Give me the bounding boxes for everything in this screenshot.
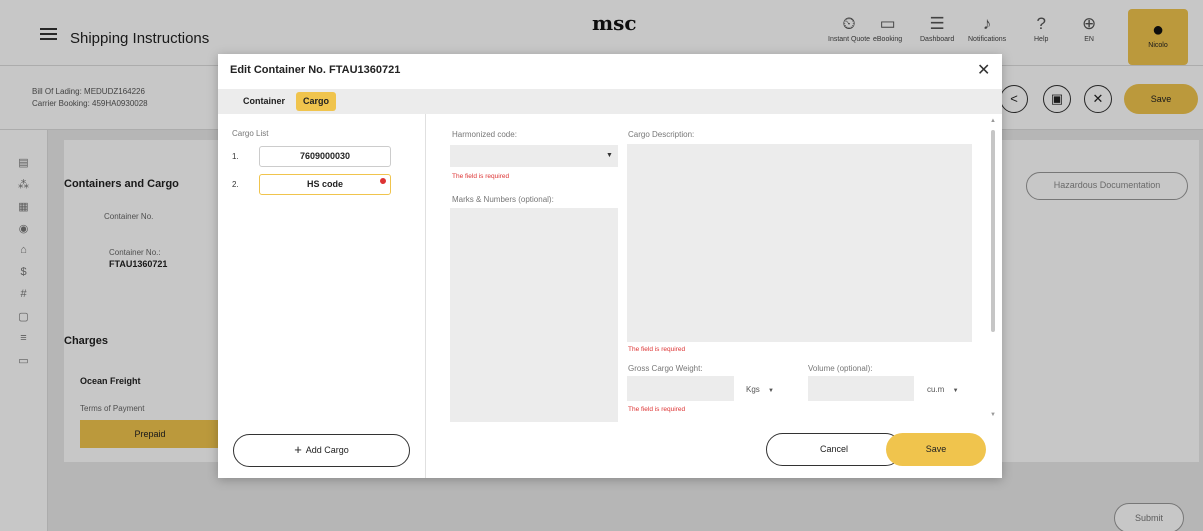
- cargo-item-number: 1.: [232, 152, 239, 161]
- modal-tabs: Container Cargo: [218, 89, 1002, 114]
- chevron-down-icon: ▼: [606, 152, 613, 159]
- volume-input[interactable]: [808, 376, 914, 401]
- chevron-down-icon[interactable]: ▼: [990, 412, 996, 418]
- chevron-up-icon[interactable]: ▲: [990, 118, 996, 124]
- volume-unit-select[interactable]: cu.m ▼: [927, 385, 959, 394]
- cargo-list-pane: Cargo List 1. 7609000030 2. HS code: [218, 114, 426, 478]
- harmonized-code-select[interactable]: ▼: [450, 145, 618, 167]
- cancel-button[interactable]: Cancel: [766, 433, 902, 466]
- gross-weight-error: The field is required: [628, 406, 686, 413]
- error-icon: [380, 178, 386, 184]
- cargo-item-1[interactable]: 7609000030: [259, 146, 391, 167]
- cargo-item-number: 2.: [232, 180, 239, 189]
- cargo-description-label: Cargo Description:: [628, 130, 695, 139]
- edit-container-modal: Edit Container No. FTAU1360721 ✕ Contain…: [218, 54, 1002, 478]
- cargo-list-label: Cargo List: [232, 129, 269, 138]
- cargo-description-error: The field is required: [628, 346, 686, 353]
- cargo-item-2[interactable]: HS code: [259, 174, 391, 195]
- chevron-down-icon: ▼: [768, 388, 774, 394]
- harmonized-code-error: The field is required: [452, 173, 510, 180]
- close-icon[interactable]: ✕: [977, 60, 990, 80]
- cargo-description-textarea[interactable]: [627, 144, 972, 342]
- plus-icon: +: [294, 442, 302, 457]
- tab-container[interactable]: Container: [236, 92, 292, 111]
- save-button[interactable]: Save: [886, 433, 986, 466]
- marks-numbers-label: Marks & Numbers (optional):: [452, 195, 554, 204]
- chevron-down-icon: ▼: [952, 388, 959, 394]
- gross-weight-unit-select[interactable]: Kgs ▼: [746, 385, 774, 394]
- tab-cargo[interactable]: Cargo: [296, 92, 337, 111]
- add-cargo-button[interactable]: + Add Cargo: [233, 434, 410, 467]
- scrollbar[interactable]: ▲ ▼: [990, 118, 996, 420]
- marks-numbers-textarea[interactable]: [450, 208, 618, 422]
- gross-weight-input[interactable]: [627, 376, 734, 401]
- modal-title: Edit Container No. FTAU1360721: [230, 64, 401, 76]
- scrollbar-thumb[interactable]: [991, 130, 995, 332]
- gross-weight-label: Gross Cargo Weight:: [628, 364, 703, 373]
- volume-label: Volume (optional):: [808, 364, 873, 373]
- harmonized-code-label: Harmonized code:: [452, 130, 517, 139]
